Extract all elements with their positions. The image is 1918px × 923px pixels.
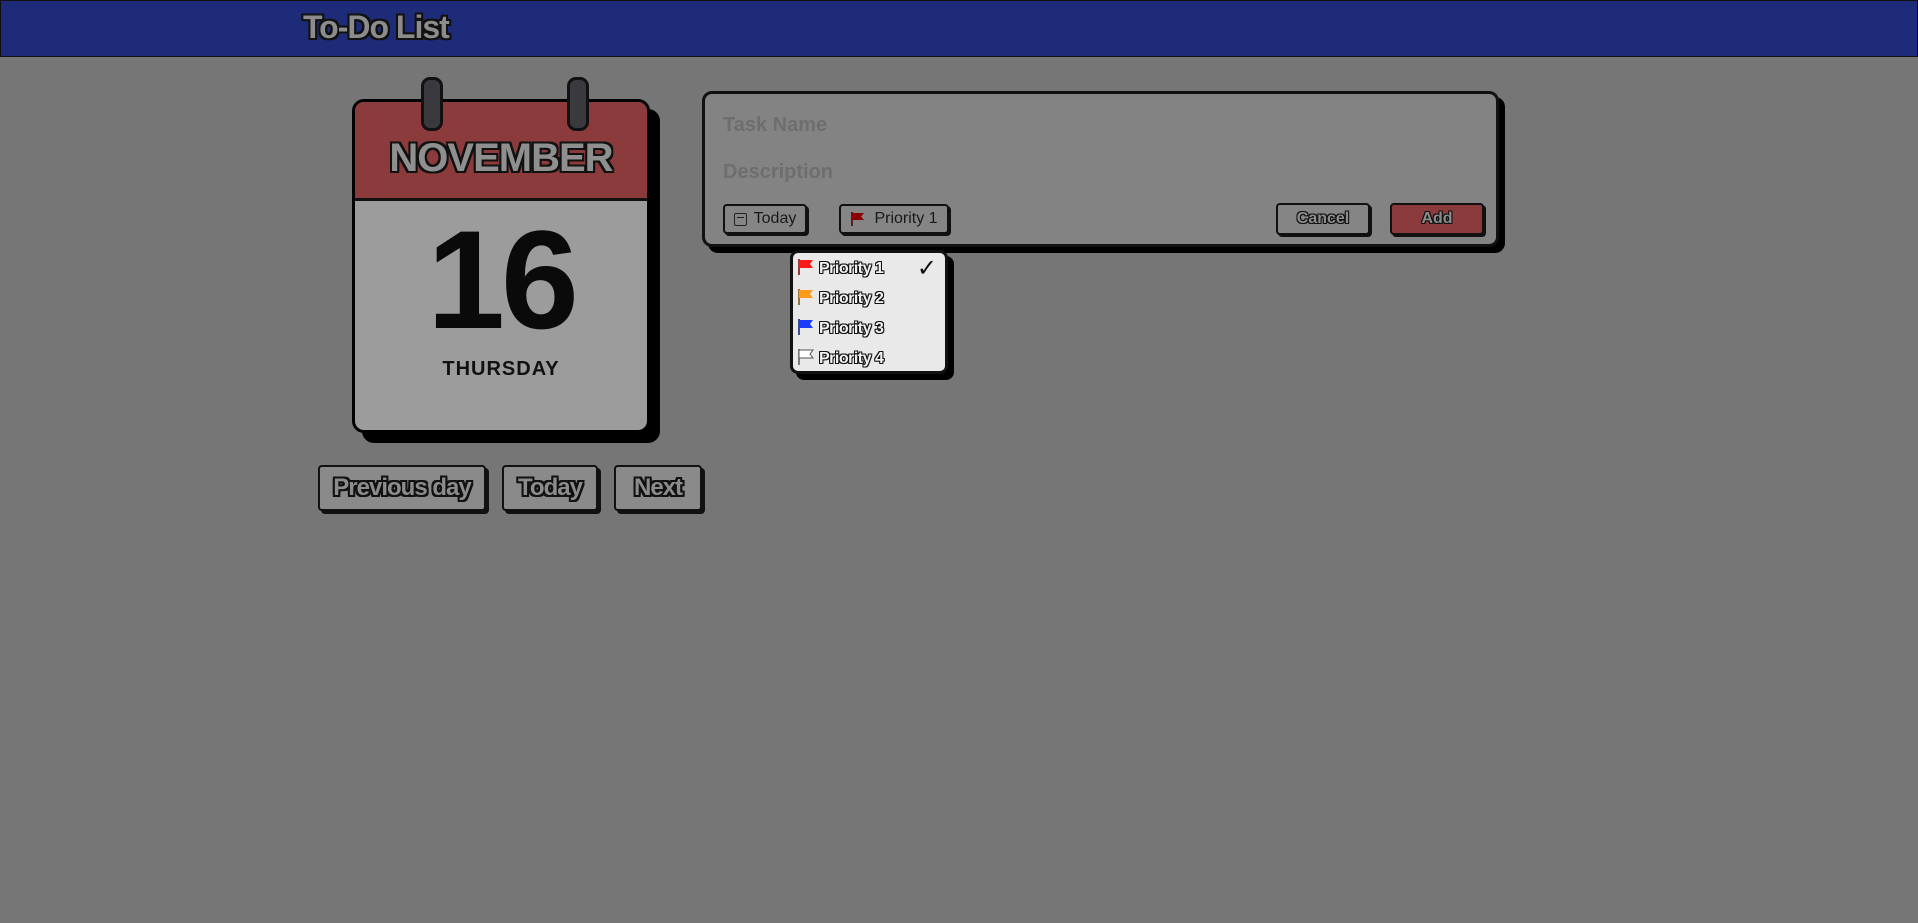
today-button[interactable]: Today [502,465,598,511]
app-title: To-Do List [303,9,450,45]
previous-day-button[interactable]: Previous day [318,465,486,511]
calendar-icon [733,212,747,226]
due-date-button[interactable]: Today [723,204,807,234]
calendar-ring-right [567,77,589,131]
priority-option-label: Priority 3 [819,320,884,337]
priority-option-3[interactable]: Priority 3 [797,316,943,342]
flag-icon [797,318,815,341]
priority-menu: Priority 1 ✓ Priority 2 Priority 3 Prior… [790,250,948,374]
calendar-ring-left [421,77,443,131]
calendar-weekday: THURSDAY [442,358,560,380]
cancel-button[interactable]: Cancel [1276,203,1370,235]
flag-icon [797,258,815,281]
description-input[interactable] [723,161,1423,184]
task-form: Today Priority 1 Cancel Add [702,91,1499,247]
add-button[interactable]: Add [1390,203,1484,235]
priority-button[interactable]: Priority 1 [839,204,949,234]
priority-option-label: Priority 4 [819,350,884,367]
priority-option-label: Priority 2 [819,290,884,307]
flag-icon [797,288,815,311]
calendar-month: NOVEMBER [389,136,613,180]
calendar-day-number: 16 [427,201,579,358]
priority-option-1[interactable]: Priority 1 ✓ [797,255,943,282]
flag-icon [850,211,866,227]
checkmark-icon: ✓ [916,255,937,282]
calendar-header: NOVEMBER [355,102,647,201]
flag-icon [797,348,815,371]
task-name-input[interactable] [723,114,1423,137]
priority-option-2[interactable]: Priority 2 [797,286,943,312]
priority-option-4[interactable]: Priority 4 [797,346,943,372]
priority-option-label: Priority 1 [819,260,884,277]
top-bar: To-Do List [0,0,1918,57]
priority-button-label: Priority 1 [874,210,938,227]
due-date-label: Today [753,210,797,227]
next-day-button[interactable]: Next [614,465,702,511]
